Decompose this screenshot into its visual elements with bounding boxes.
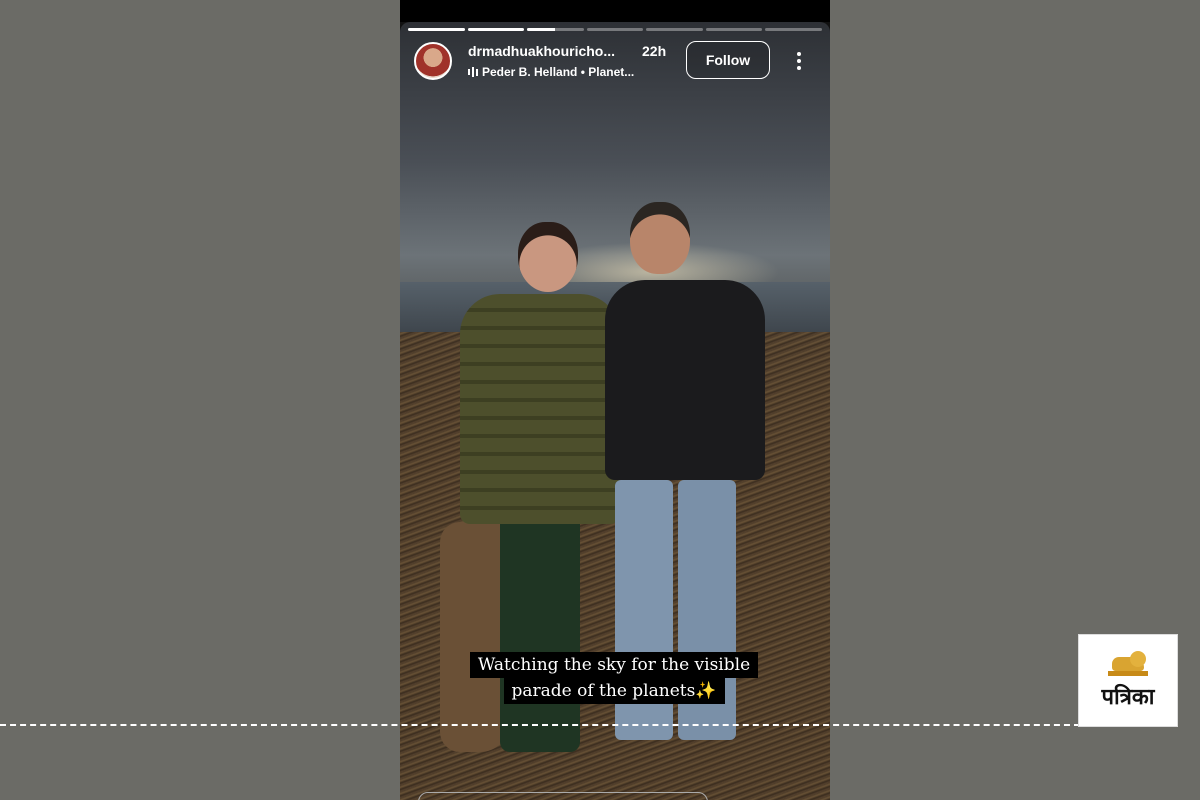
progress-segment [586,28,644,31]
music-bars-icon [468,67,478,77]
reply-input[interactable] [418,792,708,800]
man-head [630,202,690,274]
olive-puffer-jacket [460,294,620,524]
progress-segment [646,28,703,31]
post-time: 22h [642,43,667,59]
dashed-divider [0,724,1080,726]
music-attribution[interactable]: Peder B. Helland • Planet... [468,65,634,79]
story-header: drmadhuakhouricho... 22h Peder B. Hellan… [414,40,818,84]
caption-line-2: parade of the planets✨ [503,678,725,704]
story-progress-bar [408,28,823,31]
woman-head [518,222,578,292]
publisher-logo: पत्रिका [1078,634,1178,727]
progress-segment [705,28,763,31]
story-caption: Watching the sky for the visible parade … [460,652,768,704]
progress-segment [765,28,823,31]
lion-emblem-icon [1108,650,1148,677]
story-top-bar [400,0,830,22]
progress-segment [467,28,525,31]
music-label: Peder B. Helland • Planet... [482,65,635,79]
caption-line-1: Watching the sky for the visible [469,652,759,678]
black-jacket [605,280,765,480]
username[interactable]: drmadhuakhouricho... [468,43,615,59]
progress-segment [408,28,465,31]
story-viewer[interactable]: drmadhuakhouricho... 22h Peder B. Hellan… [400,0,830,800]
follow-button[interactable]: Follow [686,41,770,79]
logo-text: पत्रिका [1101,684,1155,710]
progress-segment [527,28,584,31]
avatar[interactable] [414,42,452,80]
more-options-icon[interactable] [788,50,810,72]
